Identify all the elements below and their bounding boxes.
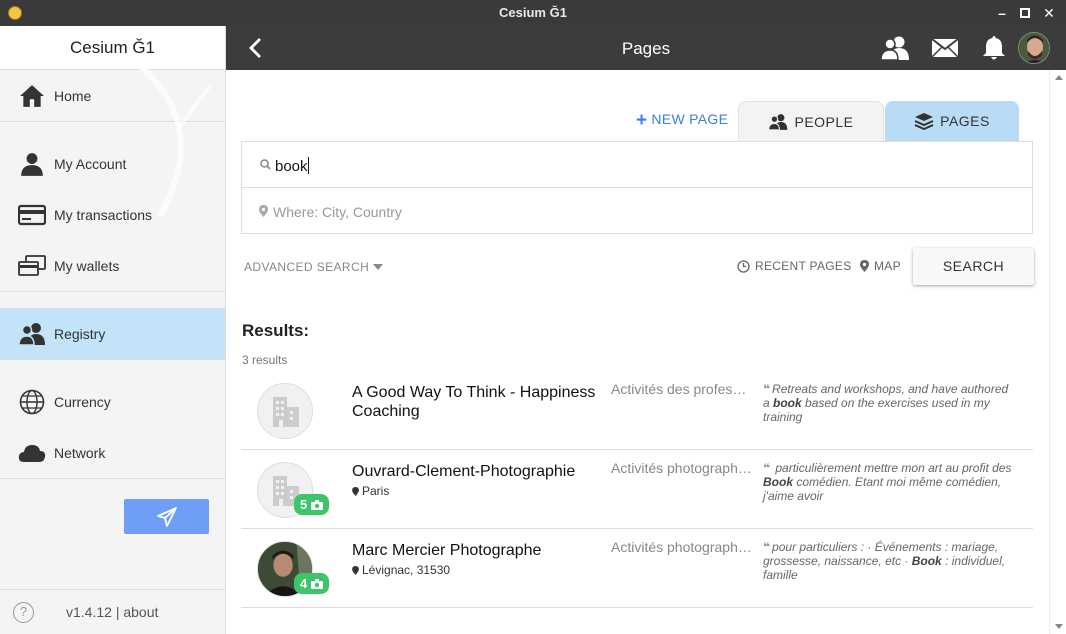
main-content: + NEW PAGE PEOPLE PAGES book Where: City,…: [226, 70, 1049, 634]
clock-icon: [737, 259, 750, 273]
header-bar: Pages: [226, 26, 1066, 70]
sidebar-item-my-transactions[interactable]: My transactions: [0, 189, 225, 240]
sidebar-header: Cesium Ğ1: [0, 26, 225, 70]
bell-icon[interactable]: [979, 34, 1009, 62]
location-pin-icon: [352, 486, 359, 496]
avatar[interactable]: [1018, 32, 1050, 64]
result-location: Paris: [352, 484, 389, 498]
sidebar-item-network[interactable]: Network: [0, 427, 225, 478]
sidebar-item-label: My Account: [54, 155, 127, 172]
result-row[interactable]: 4 Marc Mercier Photographe Lévignac, 315…: [241, 529, 1033, 608]
quote-icon: ❝: [763, 540, 771, 554]
sidebar: Cesium Ğ1 Home My Account My transaction…: [0, 26, 226, 634]
result-category: Activités photographiques: [611, 460, 753, 476]
photo-count-badge: 5: [294, 494, 330, 515]
map-pin-icon: [860, 260, 869, 272]
quote-icon: ❝: [763, 461, 771, 475]
person-icon: [18, 150, 46, 178]
help-icon[interactable]: ?: [13, 602, 34, 623]
result-description: ❝ pour particuliers : · Événements : mari…: [763, 540, 1006, 582]
close-icon[interactable]: ✕: [1040, 4, 1058, 22]
paper-plane-icon: [156, 506, 177, 527]
globe-icon: [18, 388, 46, 416]
quote-icon: ❝: [763, 382, 771, 396]
advanced-search-toggle[interactable]: ADVANCED SEARCH: [244, 260, 384, 274]
result-row[interactable]: 5 Ouvrard-Clement-Photographie Paris Act…: [241, 450, 1033, 529]
location-pin-icon: [352, 565, 359, 575]
camera-icon: [311, 499, 324, 510]
sidebar-item-label: Currency: [54, 393, 111, 410]
result-name[interactable]: Marc Mercier Photographe: [352, 541, 602, 560]
plus-icon: +: [636, 110, 648, 131]
people-icon: [768, 113, 788, 131]
result-name[interactable]: Ouvrard-Clement-Photographie: [352, 462, 602, 481]
sidebar-item-label: Registry: [54, 325, 106, 342]
window-title: Cesium Ğ1: [499, 5, 567, 20]
layers-icon: [914, 112, 934, 130]
sidebar-item-currency[interactable]: Currency: [0, 376, 225, 427]
new-page-label: NEW PAGE: [651, 111, 729, 127]
wallets-icon: [18, 252, 46, 280]
result-description: ❝ Retreats and workshops, and have author…: [763, 382, 1009, 424]
map-label: MAP: [874, 259, 901, 273]
scroll-up-icon[interactable]: [1055, 75, 1063, 80]
result-description: ❝ particulièrement mettre mon art au pro…: [763, 461, 1012, 503]
caret-down-icon: [373, 264, 384, 270]
location-placeholder: Where: City, Country: [273, 204, 402, 220]
sidebar-item-my-wallets[interactable]: My wallets: [0, 240, 225, 291]
result-location: Lévignac, 31530: [352, 563, 450, 577]
scroll-down-icon[interactable]: [1055, 624, 1063, 629]
location-pin-icon: [259, 205, 268, 217]
recent-pages-link[interactable]: RECENT PAGES: [737, 259, 852, 273]
cloud-icon: [18, 439, 46, 467]
scrollbar[interactable]: [1049, 70, 1066, 634]
search-panel: book Where: City, Country: [241, 141, 1033, 234]
result-name[interactable]: A Good Way To Think - Happiness Coaching: [352, 383, 602, 421]
map-link[interactable]: MAP: [860, 259, 901, 273]
camera-icon: [311, 578, 324, 589]
search-value: book: [275, 158, 308, 175]
result-category: Activités des professions: [611, 381, 753, 397]
credit-card-icon: [18, 201, 46, 229]
home-icon: [18, 82, 46, 110]
results-count: 3 results: [242, 353, 288, 367]
search-button[interactable]: SEARCH: [913, 248, 1034, 285]
location-input[interactable]: Where: City, Country: [242, 189, 1032, 234]
result-row[interactable]: A Good Way To Think - Happiness Coaching…: [241, 371, 1033, 450]
people-icon: [18, 320, 46, 348]
contacts-icon[interactable]: [880, 34, 910, 62]
search-icon: [260, 159, 271, 170]
sidebar-footer: ? v1.4.12 | about: [0, 589, 225, 634]
sidebar-item-label: Home: [54, 87, 92, 104]
tab-people[interactable]: PEOPLE: [738, 101, 884, 141]
send-button[interactable]: [124, 499, 209, 534]
divider: [0, 478, 225, 479]
results-title: Results:: [242, 321, 310, 340]
minimize-icon[interactable]: –: [993, 4, 1011, 22]
tab-pages-label: PAGES: [940, 113, 990, 129]
result-category: Activités photographiques: [611, 539, 753, 555]
window-titlebar: Cesium Ğ1 – ✕: [0, 0, 1066, 26]
new-page-button[interactable]: + NEW PAGE: [636, 110, 728, 132]
advanced-search-label: ADVANCED SEARCH: [244, 260, 370, 274]
building-icon: [257, 383, 313, 439]
tab-people-label: PEOPLE: [794, 113, 854, 130]
maximize-icon[interactable]: [1016, 4, 1034, 22]
sidebar-item-label: My wallets: [54, 257, 120, 274]
tab-pages[interactable]: PAGES: [885, 101, 1019, 141]
photo-count-badge: 4: [294, 573, 330, 594]
sidebar-item-label: My transactions: [54, 206, 153, 223]
recent-pages-label: RECENT PAGES: [755, 259, 852, 273]
sidebar-item-my-account[interactable]: My Account: [0, 138, 225, 189]
sidebar-item-label: Network: [54, 444, 106, 461]
mail-icon[interactable]: [930, 34, 960, 62]
sidebar-item-home[interactable]: Home: [0, 70, 225, 121]
sidebar-item-registry[interactable]: Registry: [0, 308, 225, 359]
version-about-link[interactable]: v1.4.12 | about: [66, 604, 158, 620]
search-input[interactable]: book: [242, 142, 1032, 188]
